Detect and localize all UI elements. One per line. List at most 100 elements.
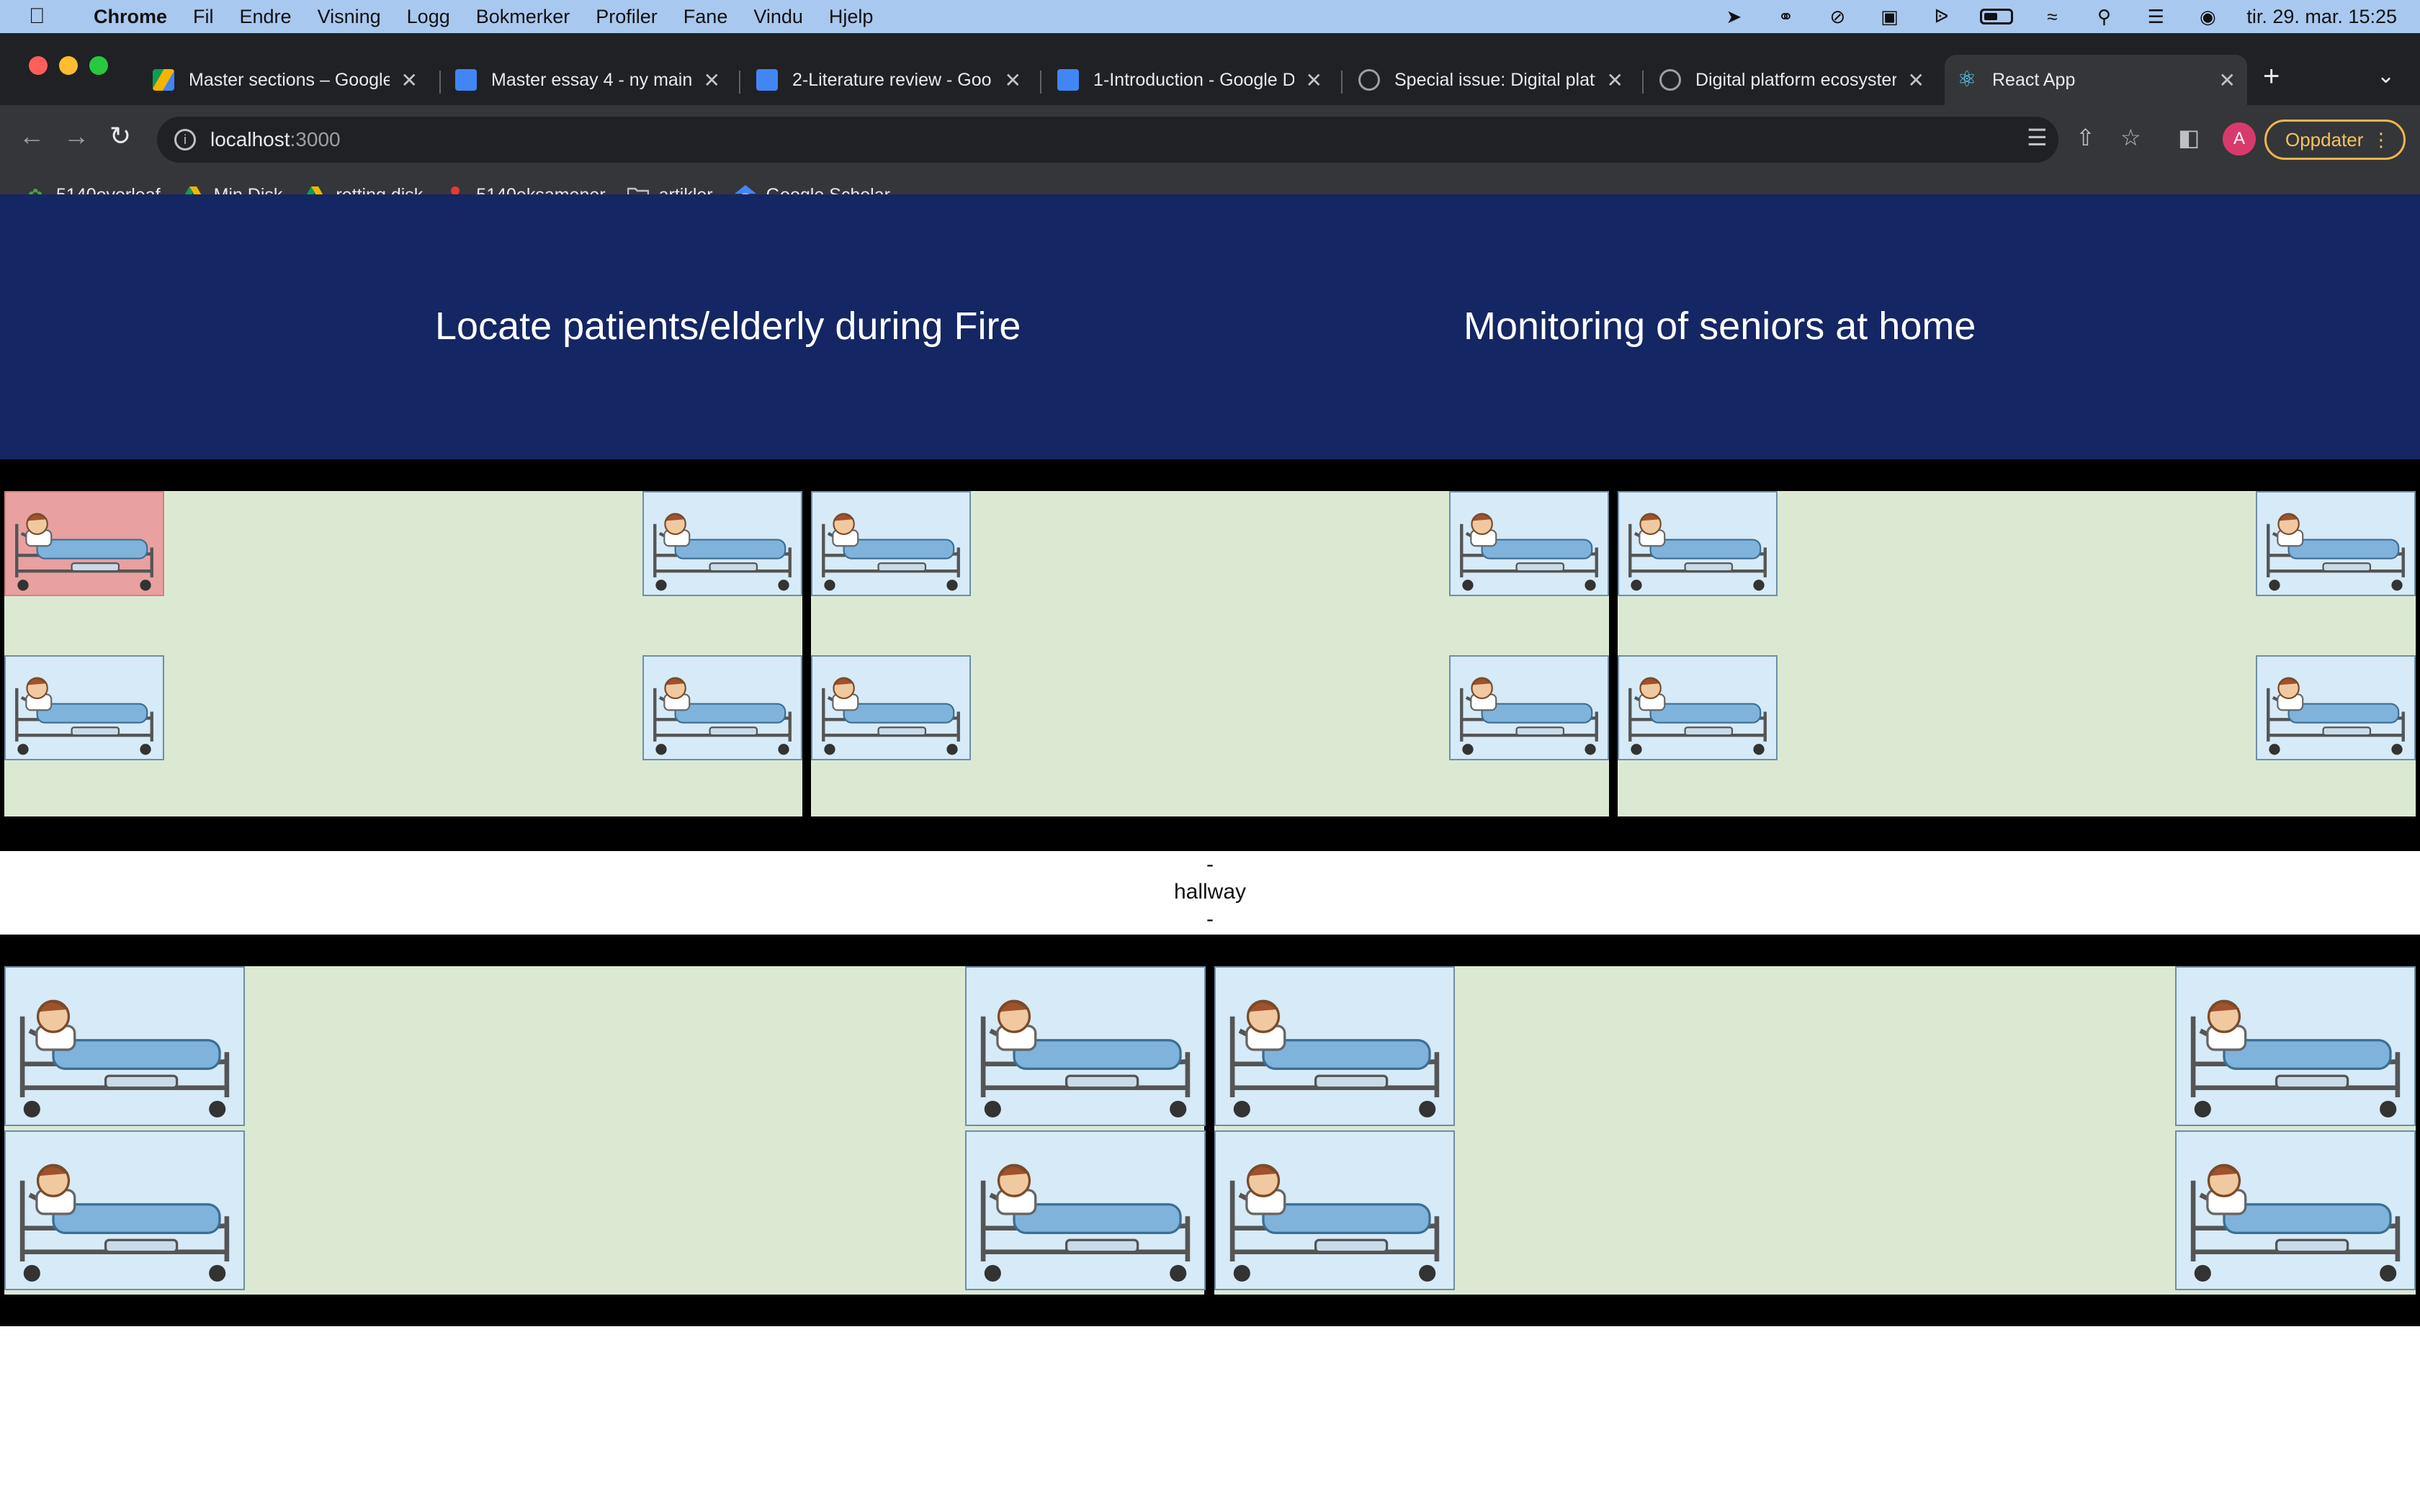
- patient-bed[interactable]: [965, 1130, 1206, 1290]
- apple-icon[interactable]: : [29, 4, 62, 29]
- siri-icon[interactable]: ◉: [2195, 6, 2220, 27]
- tab-react-app[interactable]: ⚛ React App ✕: [1945, 55, 2247, 105]
- window-controls: [29, 56, 108, 75]
- globe-icon: [1659, 69, 1681, 91]
- star-bookmark-icon[interactable]: ☆: [2120, 124, 2141, 151]
- new-tab-plus-icon[interactable]: +: [2263, 60, 2280, 93]
- update-label: Oppdater: [2285, 128, 2364, 150]
- close-icon[interactable]: ✕: [1607, 68, 1623, 92]
- bluetooth-icon[interactable]: ᐉ: [1928, 6, 1954, 27]
- site-info-icon[interactable]: i: [174, 129, 196, 150]
- patient-bed[interactable]: [1214, 1130, 1455, 1290]
- tab-separator: [1040, 71, 1041, 94]
- patient-in-bed-icon: [653, 677, 792, 755]
- muted-icon[interactable]: ⊘: [1824, 6, 1850, 27]
- forward-arrow-icon[interactable]: →: [63, 121, 89, 151]
- patient-bed[interactable]: [4, 1130, 245, 1290]
- close-icon[interactable]: ✕: [1005, 68, 1021, 92]
- minimize-window-button[interactable]: [59, 56, 78, 75]
- patient-bed[interactable]: [2256, 491, 2416, 596]
- battery-icon[interactable]: [1980, 9, 2014, 24]
- clock[interactable]: tir. 29. mar. 15:25: [2246, 6, 2397, 28]
- wifi-icon[interactable]: ≈: [2039, 6, 2065, 27]
- patient-in-bed-icon: [2267, 677, 2405, 755]
- patient-in-bed-icon: [2190, 999, 2401, 1117]
- patient-bed[interactable]: [4, 655, 164, 760]
- tab-title: React App: [1992, 69, 2076, 90]
- reload-icon[interactable]: ↻: [109, 121, 131, 151]
- patient-bed[interactable]: [811, 491, 971, 596]
- tab-master-essay[interactable]: Master essay 4 - ny main ✕: [444, 55, 732, 105]
- patient-bed[interactable]: [2256, 655, 2416, 760]
- menu-bokmerker[interactable]: Bokmerker: [476, 6, 570, 28]
- glasses-icon[interactable]: ⚭: [1773, 6, 1798, 27]
- menu-visning[interactable]: Visning: [318, 6, 381, 28]
- location-arrow-icon[interactable]: ➤: [1721, 6, 1747, 27]
- tab-special-issue[interactable]: Special issue: Digital platf ✕: [1347, 55, 1635, 105]
- patient-bed[interactable]: [2175, 966, 2416, 1126]
- close-icon[interactable]: ✕: [401, 68, 418, 92]
- close-icon[interactable]: ✕: [1908, 68, 1924, 92]
- update-button[interactable]: Oppdater ⋮: [2264, 120, 2406, 160]
- profile-avatar[interactable]: A: [2223, 122, 2256, 156]
- close-icon[interactable]: ✕: [2219, 68, 2236, 92]
- patient-bed[interactable]: [4, 966, 245, 1126]
- menu-app-chrome[interactable]: Chrome: [94, 6, 167, 28]
- spotlight-search-icon[interactable]: ⚲: [2091, 6, 2117, 27]
- patient-bed[interactable]: [1214, 966, 1455, 1126]
- zoom-window-button[interactable]: [89, 56, 108, 75]
- google-docs-icon: [756, 69, 778, 91]
- menu-fane[interactable]: Fane: [684, 6, 728, 28]
- patient-bed[interactable]: [965, 966, 1206, 1126]
- patient-bed[interactable]: [2175, 1130, 2416, 1290]
- tab-digital-platform[interactable]: Digital platform ecosyster ✕: [1648, 55, 1936, 105]
- menu-endre[interactable]: Endre: [240, 6, 292, 28]
- menu-profiler[interactable]: Profiler: [596, 6, 658, 28]
- tab-title: 2-Literature review - Goo: [792, 69, 992, 90]
- hallway-dash-bottom: -: [1206, 907, 1214, 931]
- patient-bed[interactable]: [1449, 491, 1609, 596]
- room-1: [4, 491, 802, 816]
- more-menu-icon[interactable]: ⋮: [2372, 129, 2390, 151]
- patient-in-bed-icon: [15, 513, 153, 591]
- back-arrow-icon[interactable]: ←: [19, 121, 45, 151]
- patient-in-bed-icon: [1460, 513, 1598, 591]
- patient-in-bed-icon: [822, 513, 960, 591]
- share-icon[interactable]: ⇧: [2076, 124, 2095, 151]
- patient-in-bed-icon: [19, 999, 230, 1117]
- patient-bed-alert[interactable]: [4, 491, 164, 596]
- room-5: [1214, 966, 2416, 1295]
- tab-master-sections[interactable]: Master sections – Google ✕: [141, 55, 429, 105]
- patient-bed[interactable]: [1618, 491, 1778, 596]
- fire-locate-title[interactable]: Locate patients/elderly during Fire: [435, 304, 1021, 348]
- patient-bed[interactable]: [642, 655, 802, 760]
- tab-title: Special issue: Digital platf: [1394, 69, 1595, 90]
- status-area: ➤ ⚭ ⊘ ▣ ᐉ ≈ ⚲ ☰ ◉ tir. 29. mar. 15:25: [1721, 6, 2397, 28]
- tab-literature-review[interactable]: 2-Literature review - Goo ✕: [745, 55, 1033, 105]
- translate-icon[interactable]: ☰: [2027, 124, 2048, 151]
- home-monitoring-title[interactable]: Monitoring of seniors at home: [1464, 304, 1976, 348]
- patient-in-bed-icon: [15, 677, 153, 755]
- tab-title: Master essay 4 - ny main: [491, 69, 692, 90]
- menu-logg[interactable]: Logg: [407, 6, 450, 28]
- patient-bed[interactable]: [642, 491, 802, 596]
- side-panel-icon[interactable]: ◧: [2178, 124, 2200, 151]
- tab-search-chevron-icon[interactable]: ⌄: [2377, 63, 2395, 89]
- tab-title: Master sections – Google: [189, 69, 390, 90]
- tab-introduction[interactable]: 1-Introduction - Google D ✕: [1046, 55, 1334, 105]
- close-icon[interactable]: ✕: [1306, 68, 1322, 92]
- room-2: [811, 491, 1609, 816]
- menu-vindu[interactable]: Vindu: [753, 6, 803, 28]
- menu-hjelp[interactable]: Hjelp: [829, 6, 874, 28]
- patient-bed[interactable]: [1449, 655, 1609, 760]
- close-window-button[interactable]: [29, 56, 48, 75]
- close-icon[interactable]: ✕: [704, 68, 720, 92]
- control-center-icon[interactable]: ☰: [2143, 6, 2169, 27]
- patient-bed[interactable]: [1618, 655, 1778, 760]
- menu-fil[interactable]: Fil: [193, 6, 214, 28]
- patient-in-bed-icon: [980, 1164, 1191, 1282]
- patient-bed[interactable]: [811, 655, 971, 760]
- address-bar[interactable]: i localhost:3000: [157, 117, 2058, 163]
- display-icon[interactable]: ▣: [1876, 6, 1902, 27]
- hallway-label: hallway: [1173, 880, 1247, 904]
